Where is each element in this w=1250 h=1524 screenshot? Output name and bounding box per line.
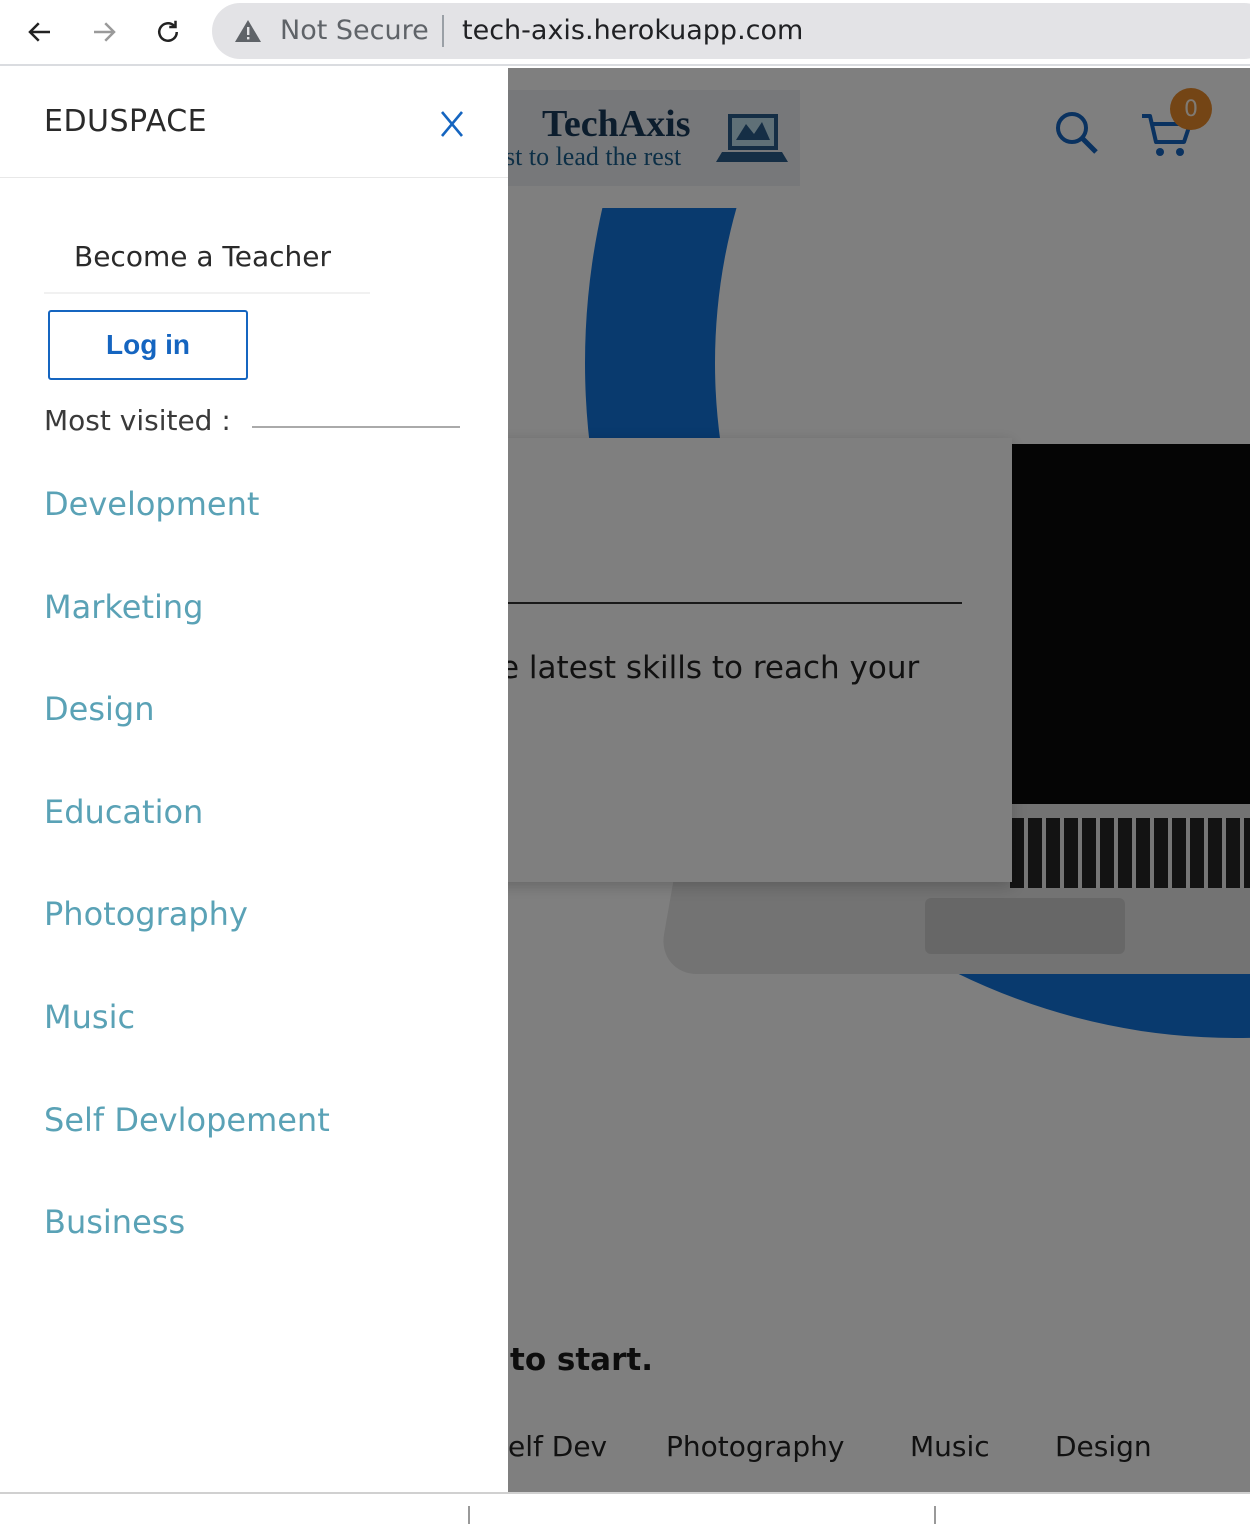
- side-drawer: EDUSPACE Become a Teacher Log in Most vi…: [0, 68, 508, 1492]
- become-teacher-link[interactable]: Become a Teacher: [44, 228, 370, 294]
- most-visited-divider: [252, 426, 460, 428]
- back-arrow-icon[interactable]: [18, 10, 62, 54]
- security-label[interactable]: Not Secure: [280, 15, 429, 46]
- drawer-brand: EDUSPACE: [44, 104, 208, 139]
- category-link-music[interactable]: Music: [44, 995, 484, 1098]
- address-bar[interactable]: Not Secure tech-axis.herokuapp.com: [212, 3, 1250, 59]
- most-visited-label: Most visited :: [44, 404, 231, 437]
- url-text[interactable]: tech-axis.herokuapp.com: [462, 15, 803, 46]
- bottom-bar: [0, 1492, 1250, 1524]
- category-link-design[interactable]: Design: [44, 687, 484, 790]
- category-link-marketing[interactable]: Marketing: [44, 585, 484, 688]
- close-icon[interactable]: [432, 104, 472, 144]
- category-link-development[interactable]: Development: [44, 482, 484, 585]
- forward-arrow-icon[interactable]: [82, 10, 126, 54]
- browser-toolbar: Not Secure tech-axis.herokuapp.com: [0, 0, 1250, 66]
- category-link-self-development[interactable]: Self Devlopement: [44, 1098, 484, 1201]
- drawer-header: EDUSPACE: [0, 68, 508, 178]
- reload-icon[interactable]: [146, 10, 190, 54]
- login-button[interactable]: Log in: [48, 310, 248, 380]
- category-link-education[interactable]: Education: [44, 790, 484, 893]
- warning-icon: [235, 20, 261, 42]
- become-teacher-label: Become a Teacher: [74, 240, 332, 273]
- category-link-photography[interactable]: Photography: [44, 892, 484, 995]
- category-list: Development Marketing Design Education P…: [44, 482, 484, 1303]
- bottom-divider: [468, 1506, 470, 1524]
- category-link-business[interactable]: Business: [44, 1200, 484, 1303]
- bottom-divider: [934, 1506, 936, 1524]
- address-separator: [442, 15, 444, 47]
